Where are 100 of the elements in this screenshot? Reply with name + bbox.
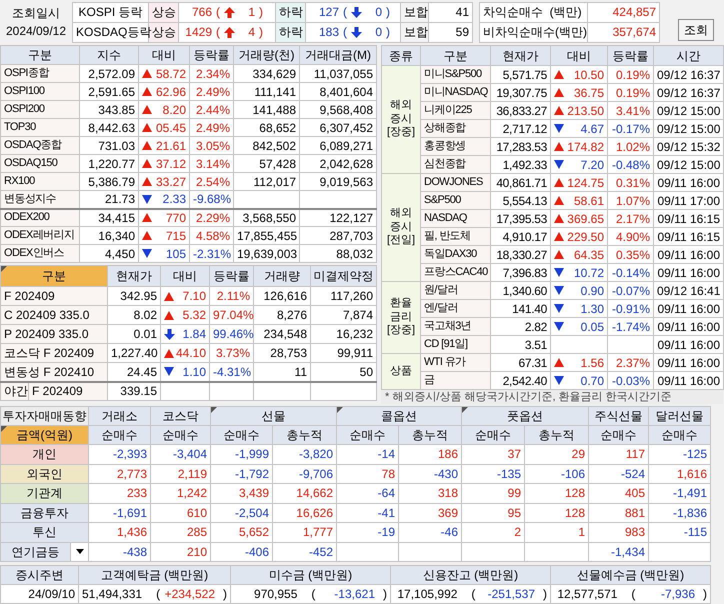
investor-label: 외국인	[0, 464, 88, 484]
market-name: 홍콩항셍	[420, 138, 490, 156]
market-name: WTI 유가	[420, 354, 490, 372]
table-cell: 67.31	[490, 354, 550, 372]
corner-mark-icon	[1, 266, 7, 272]
index-name: OSPI200	[0, 100, 80, 118]
change-value: 10.50	[574, 68, 604, 80]
table-cell: 2,042,628	[300, 154, 376, 172]
change-value: 1.56	[580, 356, 604, 368]
table-cell: -2,393	[88, 444, 150, 464]
change-value: 229.50	[567, 230, 604, 242]
investor-label: 개인	[0, 444, 88, 464]
fund-change: +234,522	[164, 588, 215, 600]
table-cell: 0.19%	[608, 84, 654, 102]
table-cell: 09/12 15:00	[654, 156, 724, 174]
table-cell: -0.17%	[608, 120, 654, 138]
change-value: 7.10	[182, 290, 206, 302]
down-arrow-icon	[351, 26, 362, 38]
corner-mark-icon	[1, 426, 7, 432]
fall-count: 183	[318, 26, 339, 38]
table-cell: -1,999	[210, 444, 272, 464]
table-cell: 1,492.33	[490, 156, 550, 174]
up-arrow-icon	[224, 26, 235, 38]
table-cell: -438	[88, 542, 150, 562]
table-cell: 1,227.40	[108, 344, 160, 362]
table-cell: 2.17%	[608, 210, 654, 228]
change-value: 2.33	[162, 193, 186, 206]
down-arrow-icon	[351, 6, 362, 18]
table-cell: 126,616	[254, 286, 310, 306]
dropdown-button[interactable]	[70, 542, 88, 561]
table-cell: 17,395.53	[490, 210, 550, 228]
table-cell: 128	[524, 503, 588, 522]
query-date-label: 조회일시	[12, 7, 60, 19]
table-cell: -19	[336, 522, 398, 542]
contract-name: P 202409 335.0	[0, 324, 108, 344]
table-cell: 342.95	[108, 286, 160, 306]
column-header: 순매수	[336, 426, 398, 444]
bracket: )	[383, 588, 387, 600]
bracket: (	[156, 588, 160, 600]
query-button[interactable]: 조회	[678, 19, 714, 41]
table-cell: 3.41%	[608, 102, 654, 120]
table-cell: 112,017	[234, 172, 300, 190]
bracket: )	[223, 588, 227, 600]
table-cell: -0.07%	[608, 282, 654, 300]
table-cell: 122,127	[300, 208, 376, 226]
table-cell: 28,753	[254, 344, 310, 362]
investor-label: 금융투자	[0, 503, 88, 522]
table-cell: 40,861.71	[490, 174, 550, 192]
table-cell: 09/12 15:32	[654, 138, 724, 156]
column-header: 대비	[160, 266, 210, 286]
change-value: 4.67	[580, 122, 604, 134]
change-value: 0.05	[580, 320, 604, 332]
table-cell: 19,639,003	[234, 244, 300, 262]
table-cell: 09/12 15:00	[654, 102, 724, 120]
table-cell: 95	[462, 503, 524, 522]
table-cell: 09/11 17:00	[654, 192, 724, 210]
table-cell: 1.07%	[608, 192, 654, 210]
query-date: 2024/09/12	[6, 25, 66, 37]
market-name: DOWJONES	[420, 174, 490, 192]
column-header: 코스닥	[162, 409, 198, 423]
change-value: 770	[166, 212, 186, 224]
upper-limit-count: 1	[247, 6, 255, 18]
table-cell: 285	[150, 522, 210, 542]
table-cell: 16,626	[272, 503, 336, 522]
market-name: 금	[420, 372, 490, 390]
table-cell: 2.54%	[190, 172, 234, 190]
table-cell: 99,911	[310, 344, 376, 362]
table-cell: 0.19%	[608, 66, 654, 84]
section-title: 투자자매매동향	[0, 406, 88, 426]
table-cell: 233	[88, 484, 150, 503]
table-cell: 3.05%	[190, 136, 234, 154]
market-name: 심천종합	[420, 156, 490, 174]
table-cell: 5,571.75	[490, 66, 550, 84]
table-cell: 141,488	[234, 100, 300, 118]
table-cell: 09/11 16:00	[654, 174, 724, 192]
net-buy-value: 424,857	[588, 2, 660, 22]
table-cell: 117,260	[310, 286, 376, 306]
table-cell: 0.31%	[608, 174, 654, 192]
table-cell: 16,232	[310, 324, 376, 344]
rise-count: 1429	[184, 26, 212, 38]
table-cell: 141.40	[490, 300, 550, 318]
table-cell: -14	[336, 444, 398, 464]
change-value: 1.84	[182, 328, 206, 340]
category-label: 상품	[382, 354, 420, 390]
table-cell: 4,910.17	[490, 228, 550, 246]
table-cell: 2.49%	[190, 118, 234, 136]
table-cell: 287,703	[300, 226, 376, 244]
table-cell: 9,568,408	[300, 100, 376, 118]
table-cell: 17,855,455	[234, 226, 300, 244]
table-cell: 2.44%	[190, 100, 234, 118]
column-header: 등락률	[210, 266, 254, 286]
column-header: 등락률	[608, 46, 654, 66]
market-name: 니케이225	[420, 102, 490, 120]
table-cell: 36,833.27	[490, 102, 550, 120]
market-name: CD [91일]	[420, 336, 490, 354]
index-name: OSPI종합	[0, 64, 80, 82]
table-cell: -115	[648, 522, 710, 542]
index-name: OSPI100	[0, 82, 80, 100]
table-cell: 5,652	[210, 522, 272, 542]
column-header: 대비	[550, 46, 608, 66]
